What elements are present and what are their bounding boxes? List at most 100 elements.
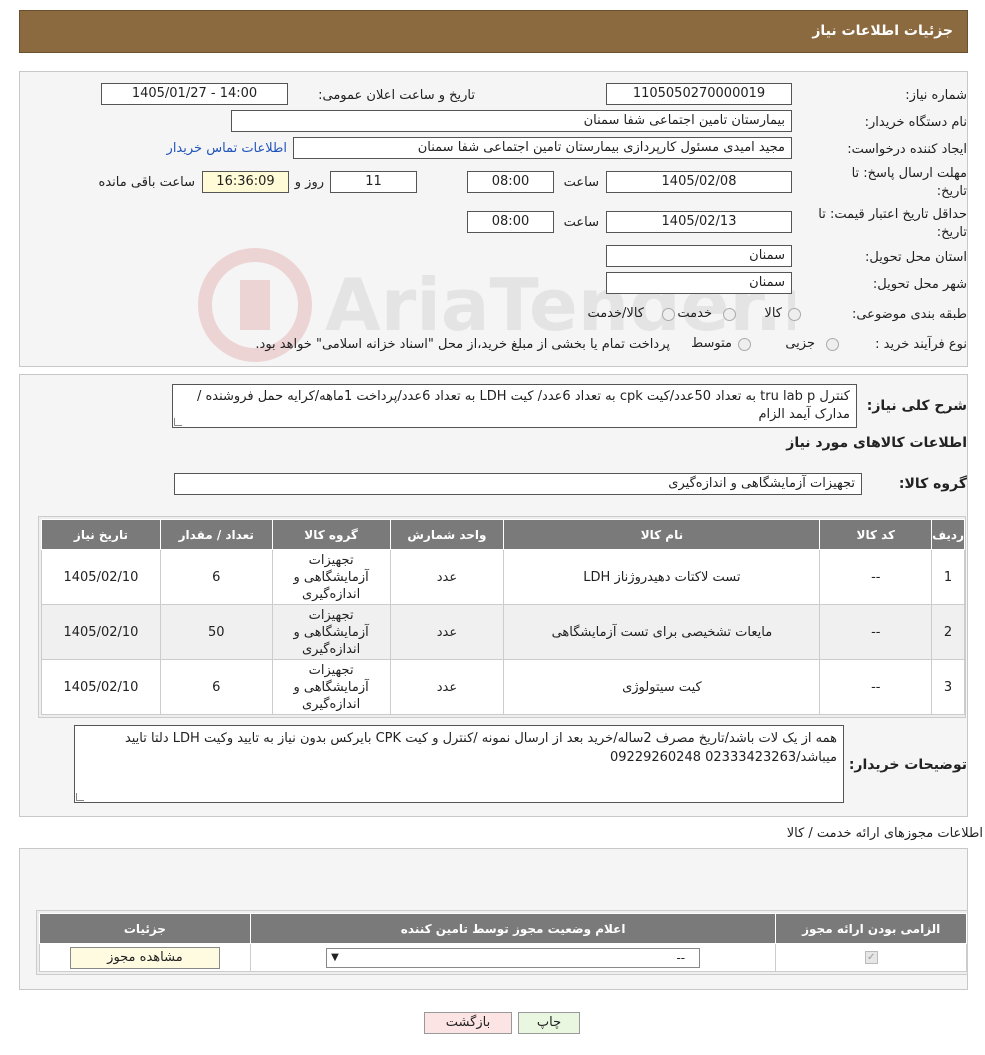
process-radio-medium[interactable] <box>738 338 751 351</box>
cell-unit: عدد <box>389 549 505 605</box>
creator-label: ایجاد کننده درخواست: <box>847 142 967 157</box>
remaining-time-field: 16:36:09 <box>202 171 289 193</box>
cell-permit-status: -- ▼ <box>249 943 777 972</box>
cell-row: 3 <box>931 659 965 715</box>
days-label: روز و <box>294 175 324 190</box>
deadline-time-label: ساعت <box>563 175 599 190</box>
cell-code: -- <box>819 549 933 605</box>
cell-unit: عدد <box>389 604 505 660</box>
permits-section-title: اطلاعات مجوزهای ارائه خدمت / کالا <box>786 826 983 841</box>
process-option-minor: جزیی <box>785 336 815 351</box>
back-button[interactable]: بازگشت <box>424 1012 512 1034</box>
category-option-service: خدمت <box>677 306 712 321</box>
cell-code: -- <box>819 604 933 660</box>
cell-group: تجهیزات آزمایشگاهی و اندازه‌گیری <box>271 549 391 605</box>
table-row: 1 -- تست لاکتات دهیدروژناز LDH عدد تجهیز… <box>41 549 965 605</box>
cell-date: 1405/02/10 <box>41 604 161 660</box>
page-title: جزئیات اطلاعات نیاز <box>812 23 953 39</box>
days-field: 11 <box>330 171 417 193</box>
chevron-down-icon: ▼ <box>331 951 339 963</box>
notes-resize-handle[interactable] <box>76 793 84 801</box>
cell-group: تجهیزات آزمایشگاهی و اندازه‌گیری <box>271 604 391 660</box>
table-row: 3 -- کیت سیتولوژی عدد تجهیزات آزمایشگاهی… <box>41 659 965 715</box>
remaining-label: ساعت باقی مانده <box>98 175 195 190</box>
cell-permit-required: ✓ <box>775 943 967 972</box>
cell-date: 1405/02/10 <box>41 549 161 605</box>
cell-row: 1 <box>931 549 965 605</box>
buyer-notes-text: همه از یک لات باشد/تاریخ مصرف 2ساله/خرید… <box>74 725 844 803</box>
table-row: 2 -- مایعات تشخیصی برای تست آزمایشگاهی ع… <box>41 604 965 660</box>
permits-table-header: الزامی بودن ارائه مجوز اعلام وضعیت مجوز … <box>39 913 967 944</box>
col-group: گروه کالا <box>271 519 391 550</box>
view-permit-button[interactable]: مشاهده مجوز <box>69 946 220 969</box>
buyer-notes-label: توضیحات خریدار: <box>848 757 967 773</box>
process-option-medium: متوسط <box>691 336 732 351</box>
province-field: سمنان <box>606 245 792 267</box>
goods-group-field: تجهیزات آزمایشگاهی و اندازه‌گیری <box>174 473 862 495</box>
category-radio-both[interactable] <box>662 308 675 321</box>
deadline-label: مهلت ارسال پاسخ: تا <box>851 166 967 181</box>
deadline-label-date: تاریخ: <box>936 184 967 199</box>
need-number-label: شماره نیاز: <box>905 88 967 103</box>
announce-label: تاریخ و ساعت اعلان عمومی: <box>318 88 475 103</box>
goods-table-header: ردیف کد کالا نام کالا واحد شمارش گروه کا… <box>41 519 965 550</box>
need-number-field: 1105050270000019 <box>606 83 792 105</box>
description-text: کنترل tru lab p به تعداد 50عدد/کیت cpk ب… <box>172 384 857 428</box>
city-label: شهر محل تحویل: <box>872 277 967 292</box>
buyer-label: نام دستگاه خریدار: <box>864 115 967 130</box>
col-row: ردیف <box>931 519 965 550</box>
category-label: طبقه بندی موضوعی: <box>851 307 967 322</box>
print-button[interactable]: چاپ <box>518 1012 580 1034</box>
permits-table: الزامی بودن ارائه مجوز اعلام وضعیت مجوز … <box>36 910 968 975</box>
process-label: نوع فرآیند خرید : <box>875 337 967 352</box>
validity-date-field: 1405/02/13 <box>606 211 792 233</box>
cell-name: تست لاکتات دهیدروژناز LDH <box>503 549 821 605</box>
cell-permit-details: مشاهده مجوز <box>39 943 251 972</box>
category-option-both: کالا/خدمت <box>587 306 644 321</box>
col-unit: واحد شمارش <box>389 519 505 550</box>
process-note: پرداخت تمام یا بخشی از مبلغ خرید،از محل … <box>255 337 670 352</box>
page-header: جزئیات اطلاعات نیاز <box>19 10 968 53</box>
col-date: تاریخ نیاز <box>41 519 161 550</box>
col-code: کد کالا <box>819 519 933 550</box>
validity-label-date: تاریخ: <box>936 225 967 240</box>
col-qty: تعداد / مقدار <box>159 519 273 550</box>
table-row: ✓ -- ▼ مشاهده مجوز <box>39 943 967 972</box>
creator-field: مجید امیدی مسئول کارپردازی بیمارستان تام… <box>293 137 792 159</box>
permit-required-checkbox[interactable]: ✓ <box>864 951 878 964</box>
col-permit-status: اعلام وضعیت مجوز توسط تامین کننده <box>249 913 777 944</box>
description-resize-handle[interactable] <box>174 418 182 426</box>
cell-qty: 6 <box>159 549 273 605</box>
province-label: استان محل تحویل: <box>865 250 967 265</box>
cell-name: مایعات تشخیصی برای تست آزمایشگاهی <box>503 604 821 660</box>
cell-name: کیت سیتولوژی <box>503 659 821 715</box>
col-name: نام کالا <box>503 519 821 550</box>
description-label: شرح کلی نیاز: <box>866 398 967 414</box>
deadline-time-field: 08:00 <box>467 171 554 193</box>
cell-qty: 50 <box>159 604 273 660</box>
validity-time-label: ساعت <box>563 215 599 230</box>
deadline-date-field: 1405/02/08 <box>606 171 792 193</box>
col-permit-required: الزامی بودن ارائه مجوز <box>775 913 967 944</box>
category-option-goods: کالا <box>764 306 782 321</box>
category-radio-service[interactable] <box>723 308 736 321</box>
cell-unit: عدد <box>389 659 505 715</box>
cell-code: -- <box>819 659 933 715</box>
category-radio-goods[interactable] <box>788 308 801 321</box>
buyer-contact-link[interactable]: اطلاعات تماس خریدار <box>167 141 287 156</box>
goods-group-label: گروه کالا: <box>898 476 967 492</box>
validity-time-field: 08:00 <box>467 211 554 233</box>
cell-group: تجهیزات آزمایشگاهی و اندازه‌گیری <box>271 659 391 715</box>
validity-label: حداقل تاریخ اعتبار قیمت: تا <box>818 207 967 222</box>
cell-qty: 6 <box>159 659 273 715</box>
col-permit-details: جزئیات <box>39 913 251 944</box>
cell-date: 1405/02/10 <box>41 659 161 715</box>
process-radio-minor[interactable] <box>826 338 839 351</box>
goods-table: ردیف کد کالا نام کالا واحد شمارش گروه کا… <box>38 516 966 718</box>
permit-status-select[interactable]: -- ▼ <box>326 947 701 968</box>
cell-row: 2 <box>931 604 965 660</box>
buyer-field: بیمارستان تامین اجتماعی شفا سمنان <box>231 110 792 132</box>
city-field: سمنان <box>606 272 792 294</box>
permit-status-value: -- <box>676 950 686 965</box>
goods-section-title: اطلاعات کالاهای مورد نیاز <box>786 435 967 451</box>
